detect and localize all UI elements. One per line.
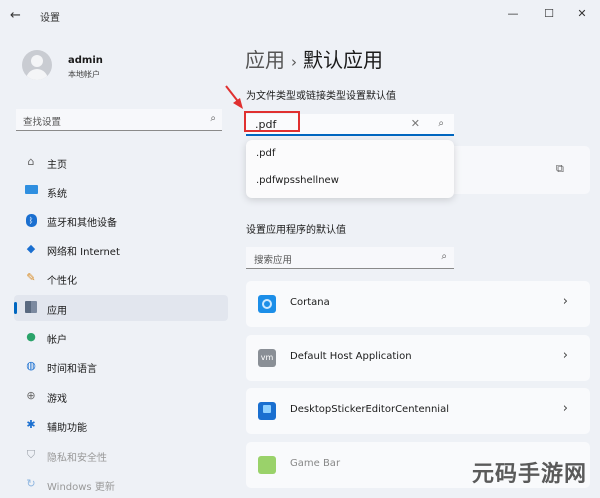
annotation-arrow	[225, 85, 243, 109]
watermark: 元码手游网	[472, 462, 588, 487]
